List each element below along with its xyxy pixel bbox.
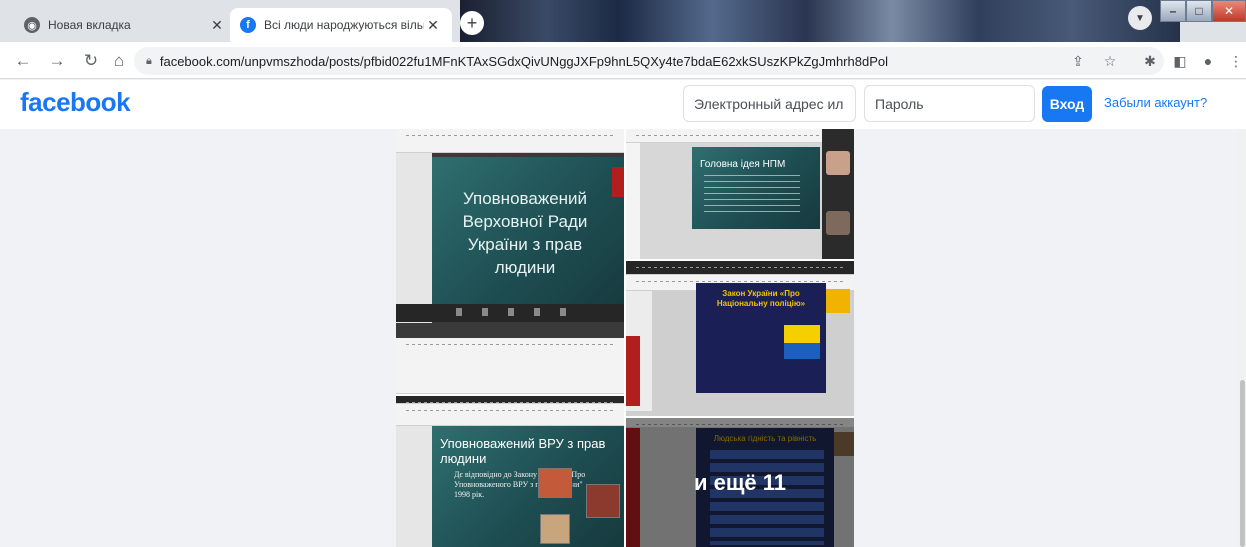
powerpoint-ribbon: [396, 338, 624, 394]
slide-title: Закон України «Про Національну поліцію»: [716, 289, 806, 308]
powerpoint-ribbon: [626, 129, 854, 143]
password-field[interactable]: Пароль: [864, 85, 1035, 122]
photo-3[interactable]: Закон України «Про Національну поліцію»: [626, 261, 854, 416]
portrait-photo: [540, 514, 570, 544]
tab-title: Новая вкладка: [48, 18, 131, 32]
slide-title: Уповноважений ВРУ з прав людини: [440, 436, 606, 466]
maximize-button[interactable]: □: [1186, 0, 1212, 22]
facebook-logo[interactable]: facebook: [20, 87, 131, 118]
new-tab-button[interactable]: +: [460, 11, 484, 35]
extensions-icon[interactable]: ✱: [1140, 51, 1160, 71]
zoom-controls-bar: [626, 261, 854, 275]
more-photos-overlay[interactable]: и ещё 11: [626, 418, 854, 547]
close-icon[interactable]: ✕: [208, 17, 226, 34]
slide-thumbnails-pane: [396, 426, 432, 547]
lock-icon: 🔒︎: [146, 54, 152, 67]
page-scrollbar-thumb[interactable]: [1240, 380, 1245, 547]
portrait-photo: [586, 484, 620, 518]
slide-bullets: [704, 175, 800, 215]
share-icon[interactable]: ⇪: [1068, 51, 1088, 71]
star-icon[interactable]: ☆: [1100, 51, 1120, 71]
tab-bar-background: [460, 0, 1180, 42]
participants-panel: [822, 129, 854, 259]
email-field[interactable]: Электронный адрес ил: [683, 85, 856, 122]
slide-title: Уповноважений Верховної Ради України з п…: [462, 189, 588, 277]
powerpoint-ribbon: [396, 129, 624, 153]
address-bar[interactable]: 🔒︎ facebook.com/unpvmszhoda/posts/pfbid0…: [134, 47, 1164, 75]
portrait-photo: [538, 468, 572, 498]
slide-preview: Головна ідея НПМ: [692, 147, 820, 229]
participant-video: [826, 151, 850, 175]
zoom-controls-bar: [396, 304, 624, 322]
more-photos-label: и ещё 11: [693, 469, 787, 495]
slide-preview: Уповноважений ВРУ з прав людини Дє відпо…: [432, 426, 624, 547]
slide-thumbnail-accent: [626, 336, 640, 406]
forward-icon[interactable]: →: [46, 50, 68, 72]
tab-title: Всі люди народжуються вільни: [264, 18, 424, 32]
url-text: facebook.com/unpvmszhoda/posts/pfbid022f…: [159, 53, 888, 69]
reload-icon[interactable]: ↻: [80, 50, 102, 72]
powerpoint-ribbon: [396, 404, 624, 426]
photo-2[interactable]: Головна ідея НПМ: [626, 129, 854, 259]
slide-preview: Уповноважений Верховної Ради України з п…: [432, 157, 624, 317]
participant-video: [826, 211, 850, 235]
chevron-down-icon: ▼: [1135, 12, 1145, 24]
photo-1[interactable]: Уповноважений Верховної Ради України з п…: [396, 129, 624, 394]
forgot-account-link[interactable]: Забыли аккаунт?: [1104, 95, 1207, 110]
slide-preview: Закон України «Про Національну поліцію»: [696, 283, 826, 393]
photo-4[interactable]: Уповноважений ВРУ з прав людини Дє відпо…: [396, 396, 624, 547]
minimize-button[interactable]: –: [1160, 0, 1186, 22]
slide-title: Головна ідея НПМ: [700, 159, 786, 170]
slide-thumbnails-pane: [396, 153, 432, 323]
back-icon[interactable]: ←: [12, 50, 34, 72]
facebook-icon: f: [240, 17, 256, 33]
slide-body-text: Дє відповідно до Закону України "Про Упо…: [454, 470, 586, 499]
slide-accent: [612, 167, 624, 197]
participant-video: [826, 289, 850, 313]
chrome-icon: ◉: [24, 17, 40, 33]
zoom-controls-bar: [396, 396, 624, 404]
side-panel-icon[interactable]: ◧: [1170, 51, 1190, 71]
post-photo-grid: Уповноважений Верховної Ради України з п…: [396, 129, 854, 547]
tab-facebook-post[interactable]: f Всі люди народжуються вільни ✕: [230, 8, 452, 42]
login-button[interactable]: Вход: [1042, 86, 1092, 122]
browser-toolbar: ← → ↻ ⌂ 🔒︎ facebook.com/unpvmszhoda/post…: [0, 42, 1246, 79]
tab-new[interactable]: ◉ Новая вкладка ✕: [14, 8, 236, 42]
menu-icon[interactable]: ⋮: [1226, 51, 1246, 71]
profile-icon[interactable]: ●: [1198, 51, 1218, 71]
window-close-button[interactable]: ✕: [1212, 0, 1246, 22]
slide-image: [784, 343, 820, 359]
slide-thumbnails-pane: [626, 143, 640, 259]
close-icon[interactable]: ✕: [424, 17, 442, 34]
tab-search-button[interactable]: ▼: [1128, 6, 1152, 30]
facebook-header: facebook Электронный адрес ил Пароль Вхо…: [0, 80, 1246, 129]
browser-tab-bar: ◉ Новая вкладка ✕ f Всі люди народжуютьс…: [0, 0, 1246, 42]
home-icon[interactable]: ⌂: [108, 50, 130, 72]
